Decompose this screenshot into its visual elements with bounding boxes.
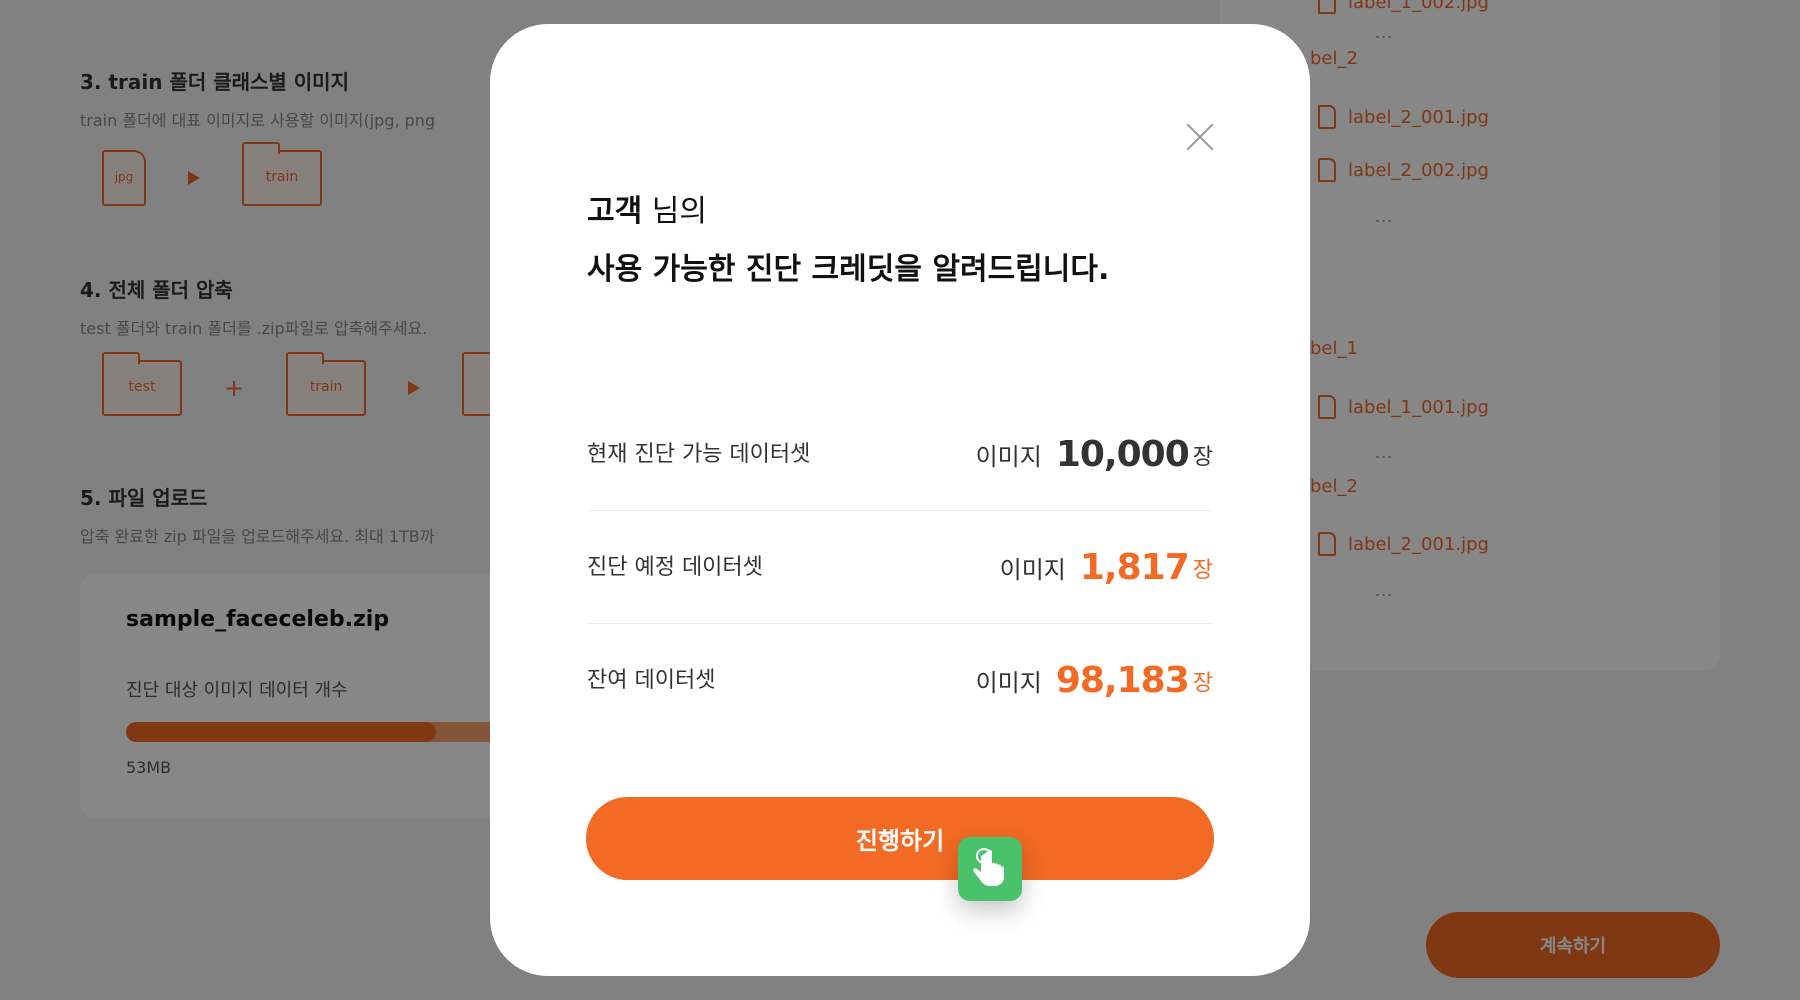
credit-modal: 고객 님의 사용 가능한 진단 크레딧을 알려드립니다. 현재 진단 가능 데이… [490, 24, 1310, 976]
row-value: 이미지 10,000 장 [976, 398, 1213, 511]
hand-pointer-icon [973, 848, 1004, 886]
value-unit: 장 [1192, 557, 1213, 583]
proceed-button[interactable]: 진행하기 [586, 797, 1214, 880]
customer-name: 고객 [587, 194, 643, 229]
value-number: 10,000 [1055, 434, 1190, 475]
value-unit: 장 [1192, 670, 1213, 696]
modal-title: 사용 가능한 진단 크레딧을 알려드립니다. [587, 252, 1110, 287]
row-label: 현재 진단 가능 데이터셋 [587, 442, 811, 467]
value-prefix: 이미지 [999, 556, 1066, 584]
value-prefix: 이미지 [975, 443, 1042, 471]
credit-row-available: 현재 진단 가능 데이터셋 이미지 10,000 장 [587, 398, 1213, 511]
value-unit: 장 [1192, 444, 1213, 470]
tap-hand-icon [958, 837, 1022, 901]
close-icon[interactable] [1180, 117, 1220, 157]
row-value: 이미지 98,183 장 [976, 624, 1213, 737]
greeting: 고객 님의 [587, 186, 707, 230]
credit-row-remaining: 잔여 데이터셋 이미지 98,183 장 [587, 624, 1213, 737]
row-label: 잔여 데이터셋 [587, 668, 716, 693]
value-number: 1,817 [1079, 547, 1190, 588]
greeting-suffix: 님의 [642, 194, 707, 229]
row-value: 이미지 1,817 장 [1000, 511, 1213, 624]
value-prefix: 이미지 [975, 669, 1042, 697]
row-label: 진단 예정 데이터셋 [587, 555, 763, 580]
value-number: 98,183 [1055, 660, 1190, 701]
credit-row-scheduled: 진단 예정 데이터셋 이미지 1,817 장 [587, 511, 1213, 624]
